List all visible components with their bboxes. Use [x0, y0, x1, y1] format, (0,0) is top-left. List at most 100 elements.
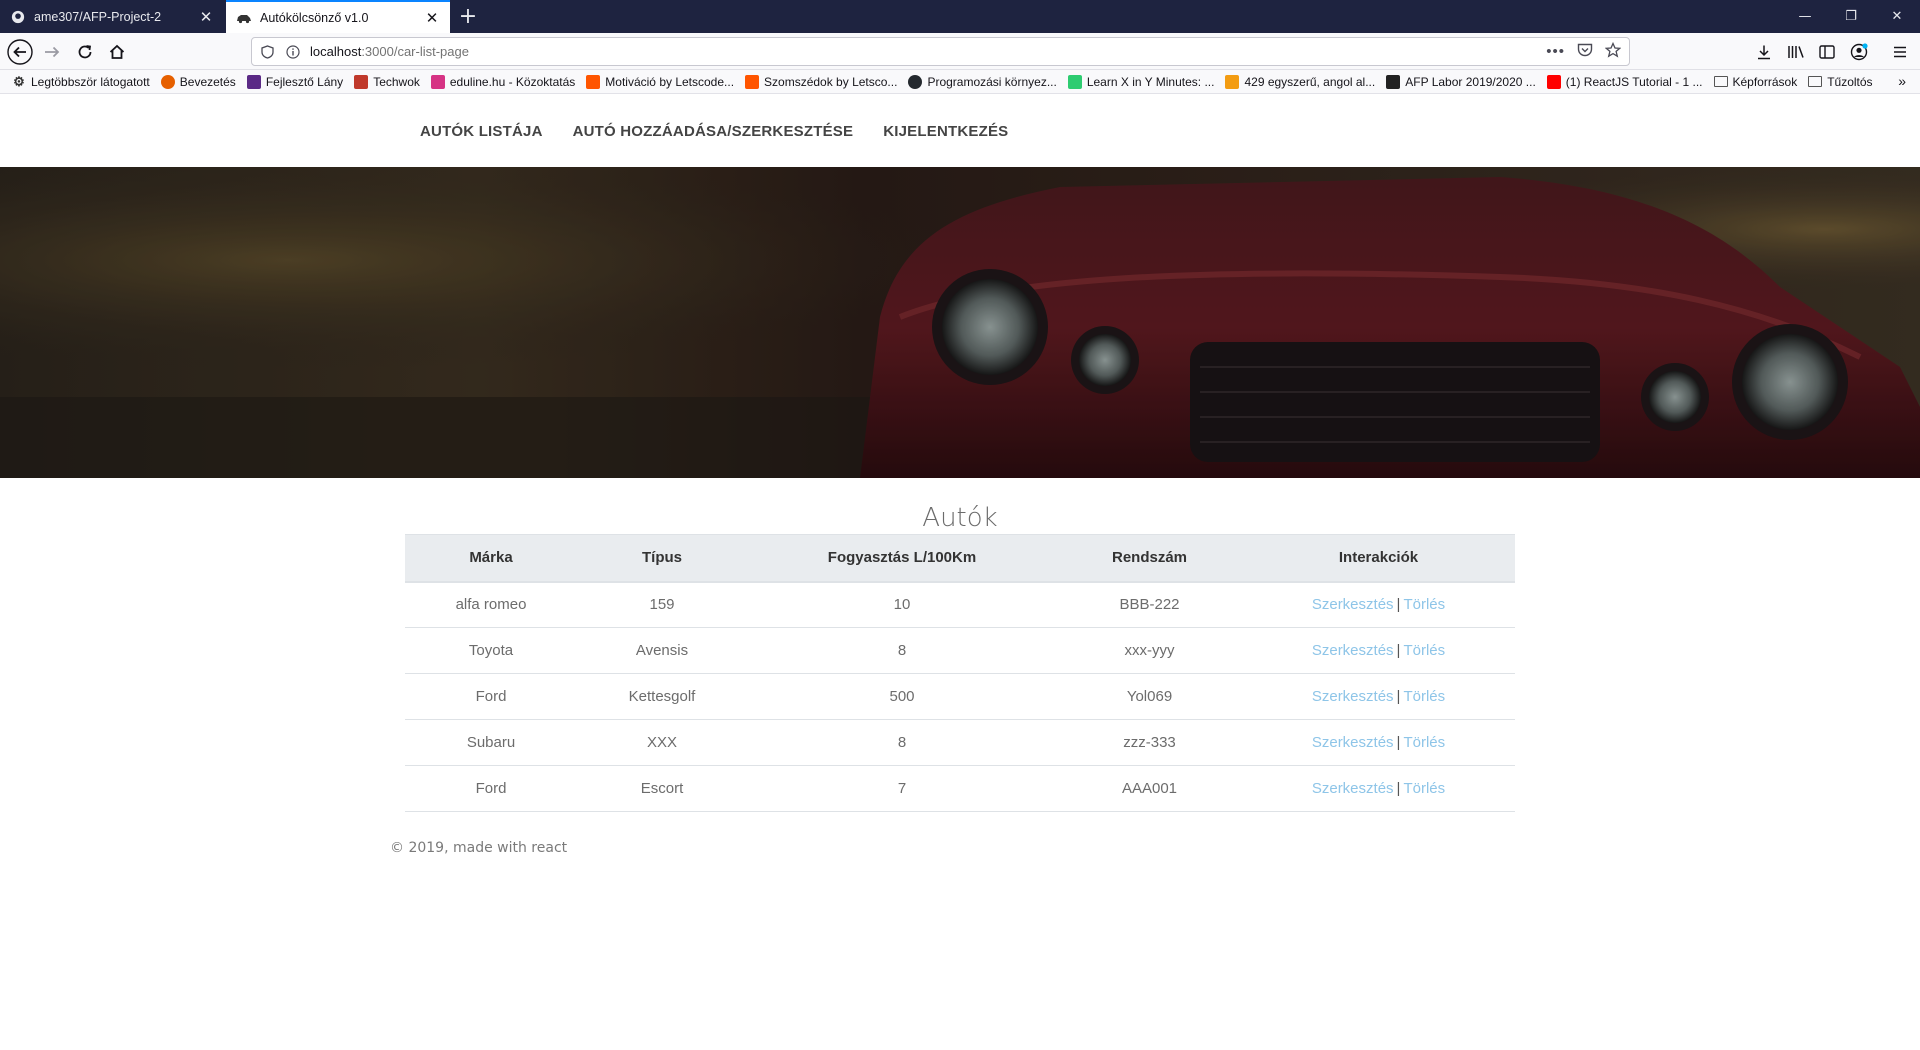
- nav-add-edit-car[interactable]: AUTÓ HOZZÁADÁSA/SZERKESZTÉSE: [573, 123, 854, 140]
- bookmark-star-icon[interactable]: [1604, 41, 1622, 61]
- bookmark-item[interactable]: Képforrások: [1713, 75, 1797, 89]
- cell-plate: BBB-222: [1057, 581, 1242, 628]
- browser-tab-active[interactable]: Autókölcsönző v1.0 ✕: [226, 0, 450, 33]
- bookmark-item[interactable]: Bevezetés: [160, 74, 236, 89]
- reload-button[interactable]: [71, 38, 99, 66]
- table-row: Ford Kettesgolf 500 Yol069 Szerkesztés | Törlé…: [405, 673, 1515, 720]
- bookmark-item[interactable]: Tűzoltós: [1808, 74, 1873, 89]
- close-window-icon[interactable]: ✕: [1874, 0, 1920, 33]
- nav-logout[interactable]: KIJELENTKEZÉS: [883, 123, 1008, 140]
- browser-toolbar: localhost:3000/car-list-page •••: [0, 33, 1920, 70]
- car-icon: [236, 10, 252, 26]
- cell-type: Avensis: [577, 627, 747, 674]
- cell-actions: Szerkesztés | Törlés: [1242, 627, 1515, 674]
- bookmark-label: eduline.hu - Közoktatás: [449, 74, 576, 89]
- forward-button[interactable]: [38, 38, 66, 66]
- cell-plate: zzz-333: [1057, 719, 1242, 766]
- new-tab-button[interactable]: +: [452, 0, 484, 33]
- back-button[interactable]: [6, 38, 34, 66]
- x-icon: [1067, 74, 1082, 89]
- bookmark-label: Tűzoltós: [1827, 74, 1873, 89]
- bookmark-item[interactable]: (1) ReactJS Tutorial - 1 ...: [1546, 74, 1703, 89]
- home-button[interactable]: [103, 38, 131, 66]
- b-icon: [1225, 74, 1240, 89]
- folder-icon: [1808, 76, 1823, 87]
- cell-type: Escort: [577, 765, 747, 812]
- browser-tab-github[interactable]: ame307/AFP-Project-2 ✕: [0, 0, 224, 33]
- github-icon: [10, 9, 26, 25]
- page-actions-icon[interactable]: •••: [1546, 43, 1565, 60]
- bookmark-item[interactable]: Szomszédok by Letsco...: [745, 74, 897, 89]
- bookmark-item[interactable]: ⚙ Legtöbbször látogatott: [12, 73, 150, 89]
- close-tab-icon[interactable]: ✕: [420, 9, 444, 27]
- column-header-brand: Márka: [405, 534, 577, 583]
- address-bar[interactable]: localhost:3000/car-list-page •••: [251, 37, 1630, 66]
- cell-brand: Toyota: [405, 627, 577, 674]
- account-icon[interactable]: [1845, 38, 1873, 66]
- bookmark-item[interactable]: 429 egyszerű, angol al...: [1225, 74, 1376, 89]
- delete-link[interactable]: Törlés: [1403, 642, 1445, 659]
- bookmark-label: (1) ReactJS Tutorial - 1 ...: [1565, 74, 1703, 89]
- cell-type: Kettesgolf: [577, 673, 747, 720]
- youtube-icon: [1546, 74, 1561, 89]
- bookmark-item[interactable]: eduline.hu - Közoktatás: [430, 74, 576, 89]
- minimize-icon[interactable]: —: [1782, 0, 1828, 33]
- bookmark-label: Learn X in Y Minutes: ...: [1086, 74, 1215, 89]
- bookmark-item[interactable]: Motiváció by Letscode...: [586, 74, 734, 89]
- bookmarks-toolbar: ⚙ Legtöbbször látogatott Bevezetés Fejleszt…: [0, 70, 1920, 94]
- bookmark-item[interactable]: Learn X in Y Minutes: ...: [1067, 74, 1215, 89]
- edit-link[interactable]: Szerkesztés: [1312, 734, 1394, 751]
- cell-brand: Ford: [405, 673, 577, 720]
- site-navigation: AUTÓK LISTÁJA AUTÓ HOZZÁADÁSA/SZERKESZTÉ…: [0, 95, 1920, 167]
- bookmark-label: Bevezetés: [179, 74, 236, 89]
- restore-icon[interactable]: ❐: [1828, 0, 1874, 33]
- table-row: alfa romeo 159 10 BBB-222 Szerkesztés | Törlés: [405, 581, 1515, 628]
- delete-link[interactable]: Törlés: [1403, 688, 1445, 705]
- tab-label: ame307/AFP-Project-2: [34, 9, 162, 24]
- bookmark-item[interactable]: AFP Labor 2019/2020 ...: [1386, 74, 1536, 89]
- cell-consumption: 7: [747, 765, 1057, 812]
- delete-link[interactable]: Törlés: [1403, 596, 1445, 613]
- downloads-icon[interactable]: [1750, 38, 1778, 66]
- bookmark-item[interactable]: Fejlesztő Lány: [246, 74, 343, 89]
- bookmarks-overflow-icon[interactable]: »: [1898, 73, 1906, 89]
- delete-link[interactable]: Törlés: [1403, 780, 1445, 797]
- bookmark-label: AFP Labor 2019/2020 ...: [1405, 74, 1536, 89]
- menu-icon[interactable]: [1886, 38, 1914, 66]
- gear-icon: ⚙: [13, 73, 25, 89]
- cell-brand: Ford: [405, 765, 577, 812]
- browser-tab-bar: ame307/AFP-Project-2 ✕ Autókölcsönző v1.…: [0, 0, 1920, 33]
- shield-icon[interactable]: [256, 44, 278, 59]
- cell-consumption: 500: [747, 673, 1057, 720]
- nav-car-list[interactable]: AUTÓK LISTÁJA: [420, 123, 543, 140]
- cell-plate: Yol069: [1057, 673, 1242, 720]
- close-tab-icon[interactable]: ✕: [194, 8, 218, 26]
- action-separator: |: [1396, 688, 1401, 705]
- bookmark-item[interactable]: Programozási környez...: [908, 74, 1057, 89]
- page-title: Autók: [922, 503, 998, 533]
- delete-link[interactable]: Törlés: [1403, 734, 1445, 751]
- edit-link[interactable]: Szerkesztés: [1312, 642, 1394, 659]
- cell-actions: Szerkesztés | Törlés: [1242, 673, 1515, 720]
- action-separator: |: [1396, 780, 1401, 797]
- column-header-type: Típus: [577, 534, 747, 583]
- pocket-icon[interactable]: [1577, 43, 1593, 60]
- bookmark-item[interactable]: Techwok: [354, 74, 420, 89]
- cell-consumption: 8: [747, 719, 1057, 766]
- sidebar-icon[interactable]: [1813, 38, 1841, 66]
- column-header-actions: Interakciók: [1242, 534, 1515, 583]
- library-icon[interactable]: [1782, 38, 1810, 66]
- bookmark-label: Techwok: [373, 74, 420, 89]
- edit-link[interactable]: Szerkesztés: [1312, 780, 1394, 797]
- table-row: Subaru XXX 8 zzz-333 Szerkesztés | Törlés: [405, 719, 1515, 766]
- cell-actions: Szerkesztés | Törlés: [1242, 765, 1515, 812]
- car-list-section: Autók Márka Típus Fogyasztás L/100Km Ren…: [405, 478, 1515, 812]
- edit-link[interactable]: Szerkesztés: [1312, 596, 1394, 613]
- info-icon[interactable]: [282, 44, 304, 59]
- bookmark-label: 429 egyszerű, angol al...: [1244, 74, 1376, 89]
- cell-consumption: 10: [747, 581, 1057, 628]
- url-path: :3000/car-list-page: [361, 44, 469, 59]
- cell-consumption: 8: [747, 627, 1057, 674]
- tab-label: Autókölcsönző v1.0: [260, 10, 369, 25]
- edit-link[interactable]: Szerkesztés: [1312, 688, 1394, 705]
